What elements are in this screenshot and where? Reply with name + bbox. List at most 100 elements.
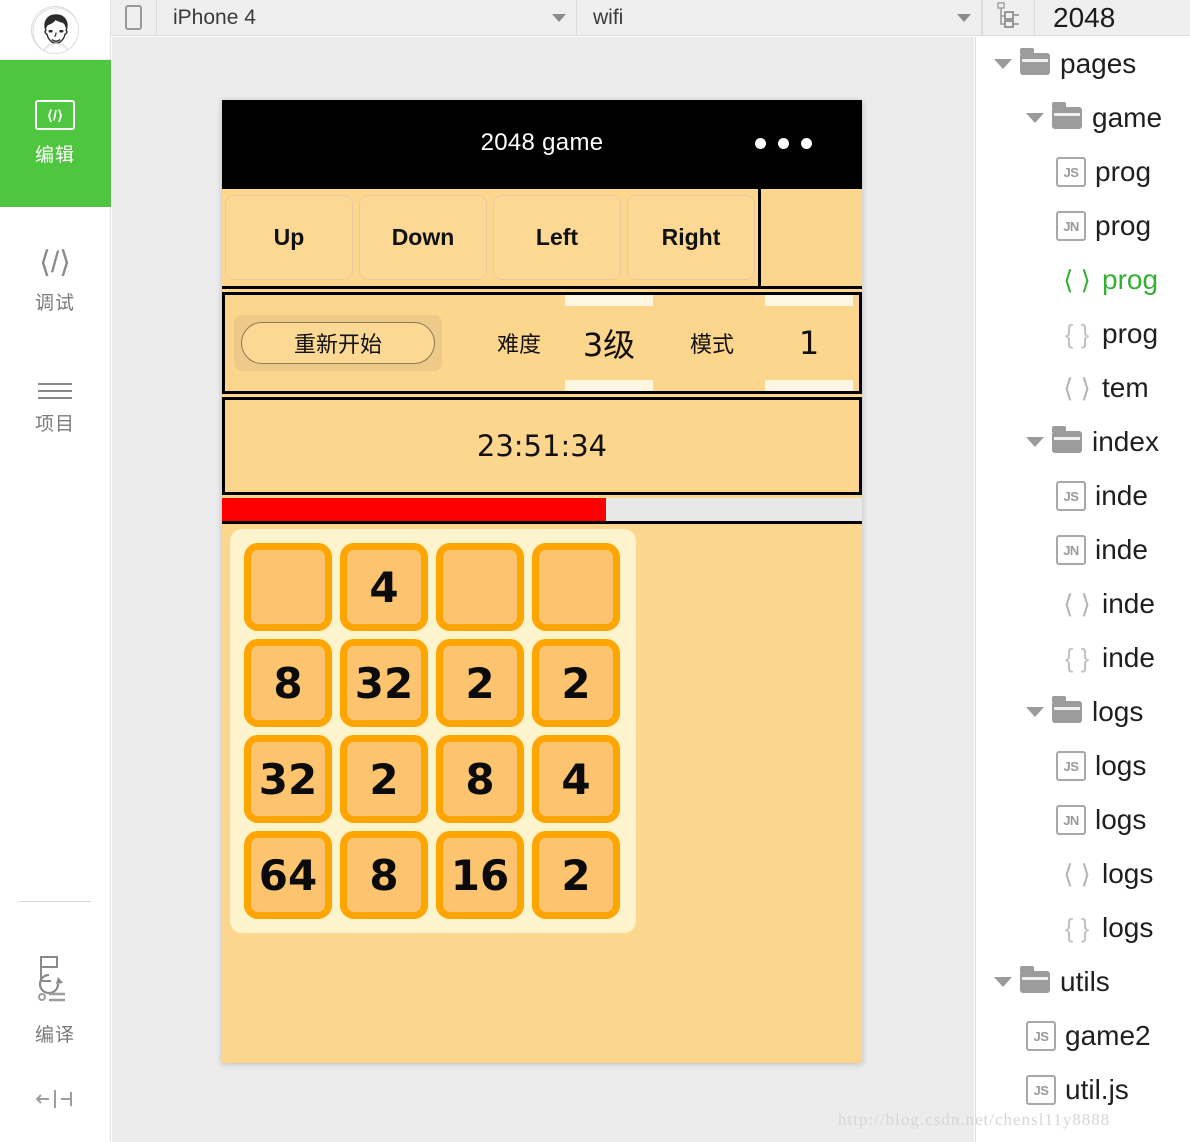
left-sidebar: ⟨/⟩ 编辑 ⟨/⟩ 调试 项目 编译 [0, 0, 111, 1142]
chevron-down-icon[interactable] [1026, 707, 1044, 717]
tile-empty [436, 543, 524, 631]
tree-item-util-js[interactable]: JS util.js [976, 1063, 1190, 1117]
tree-item-prog[interactable]: { } prog [976, 307, 1190, 361]
tree-item-label: game2 [1065, 1020, 1151, 1051]
sidebar-collapse-button[interactable] [0, 1072, 111, 1142]
tile-4: 4 [532, 735, 620, 823]
restart-button[interactable]: 重新开始 [241, 322, 435, 364]
sidebar-item-compile[interactable]: 编译 [0, 922, 111, 1072]
folder-icon [1052, 102, 1082, 129]
tree-item-logs[interactable]: ⟨ ⟩ logs [976, 847, 1190, 901]
tree-item-label: prog [1102, 264, 1159, 295]
tree-item-logs[interactable]: logs [976, 685, 1190, 739]
sidebar-divider [19, 901, 91, 902]
tile-8: 8 [244, 639, 332, 727]
wxml-file-icon: ⟨ ⟩ [1063, 372, 1091, 403]
three-dots-icon[interactable] [755, 137, 812, 149]
mode-value: 1 [798, 324, 820, 362]
chevron-down-icon [957, 13, 971, 22]
mode-picker[interactable]: 1 [765, 295, 853, 391]
tree-item-pages[interactable]: pages [976, 37, 1190, 91]
tile-8: 8 [436, 735, 524, 823]
tree-item-label: util.js [1065, 1074, 1129, 1105]
tile-2: 2 [340, 735, 428, 823]
device-icon-button[interactable] [111, 0, 157, 36]
avatar[interactable] [31, 5, 79, 54]
tile-4: 4 [340, 543, 428, 631]
tree-item-logs[interactable]: JS logs [976, 739, 1190, 793]
project-title: 2048 [1053, 1, 1116, 33]
tree-item-logs[interactable]: { } logs [976, 901, 1190, 955]
tile-2: 2 [436, 639, 524, 727]
chevron-down-icon[interactable] [1026, 113, 1044, 123]
simulator-area: 2048 game Up Down Left Right 重新开始 难度 3级 … [112, 37, 974, 1142]
chevron-down-icon[interactable] [1026, 437, 1044, 447]
sidebar-item-project[interactable]: 项目 [0, 337, 111, 467]
project-tree-toggle[interactable] [982, 0, 1035, 36]
left-button[interactable]: Left [493, 195, 621, 280]
json-file-icon: JN [1056, 211, 1086, 241]
tile-64: 64 [244, 831, 332, 919]
tree-item-label: logs [1095, 750, 1147, 781]
chevron-down-icon[interactable] [994, 977, 1012, 987]
right-button[interactable]: Right [627, 195, 755, 280]
app-root: ⟨/⟩ 编辑 ⟨/⟩ 调试 项目 编译 iPhone 4 wifi 2048 2… [0, 0, 1190, 1142]
tree-item-inde[interactable]: JS inde [976, 469, 1190, 523]
chevron-down-icon[interactable] [994, 59, 1012, 69]
tree-item-game[interactable]: game [976, 91, 1190, 145]
tree-item-inde[interactable]: ⟨ ⟩ inde [976, 577, 1190, 631]
tree-item-label: game [1092, 102, 1163, 133]
tile-empty [244, 543, 332, 631]
difficulty-picker[interactable]: 3级 [565, 295, 653, 391]
mode-label: 模式 [690, 333, 735, 358]
tree-item-label: inde [1102, 588, 1155, 619]
tree-item-index[interactable]: index [976, 415, 1190, 469]
config-file-icon: { } [1064, 912, 1090, 943]
tree-item-inde[interactable]: JN inde [976, 523, 1190, 577]
tree-item-logs[interactable]: JN logs [976, 793, 1190, 847]
config-file-icon: { } [1064, 318, 1090, 349]
folder-icon [1052, 696, 1082, 723]
tile-32: 32 [340, 639, 428, 727]
wxml-file-icon: ⟨ ⟩ [1063, 264, 1091, 295]
tree-item-prog[interactable]: JS prog [976, 145, 1190, 199]
tree-item-prog[interactable]: JN prog [976, 199, 1190, 253]
json-file-icon: JN [1056, 805, 1086, 835]
tile-empty [532, 543, 620, 631]
sidebar-item-debug[interactable]: ⟨/⟩ 调试 [0, 207, 111, 337]
device-select-value: iPhone 4 [173, 5, 256, 29]
avatar-container[interactable] [0, 0, 111, 60]
tree-item-label: logs [1095, 804, 1147, 835]
device-phone-icon [125, 5, 142, 30]
js-file-icon: JS [1056, 481, 1086, 511]
tile-32: 32 [244, 735, 332, 823]
tree-item-label: inde [1095, 534, 1148, 565]
timer-value: 23:51:34 [476, 429, 608, 463]
tile-2: 2 [532, 831, 620, 919]
tree-item-tem[interactable]: ⟨ ⟩ tem [976, 361, 1190, 415]
tree-item-utils[interactable]: utils [976, 955, 1190, 1009]
tree-item-game2[interactable]: JS game2 [976, 1009, 1190, 1063]
game-board[interactable]: 4 8 32 2 2 32 2 8 4 64 8 16 2 [230, 529, 636, 933]
project-tree-icon [996, 2, 1022, 33]
direction-button-row: Up Down Left Right [222, 186, 862, 289]
board-row: 32 2 8 4 [240, 731, 626, 827]
sidebar-item-debug-label: 调试 [34, 291, 75, 314]
sidebar-item-edit[interactable]: ⟨/⟩ 编辑 [0, 60, 111, 207]
sidebar-item-compile-label: 编译 [34, 1024, 75, 1046]
picker-bar-bottom [765, 380, 853, 391]
device-select[interactable]: iPhone 4 [157, 0, 577, 36]
chevron-down-icon [552, 13, 566, 22]
tile-2: 2 [532, 639, 620, 727]
game-body: Up Down Left Right 重新开始 难度 3级 模式 1 23:51… [222, 186, 862, 1063]
angle-brackets-icon: ⟨/⟩ [39, 245, 71, 279]
down-button[interactable]: Down [359, 195, 487, 280]
phone-navbar: 2048 game [222, 100, 862, 186]
tree-item-prog[interactable]: ⟨ ⟩ prog [976, 253, 1190, 307]
up-button[interactable]: Up [225, 195, 353, 280]
compile-refresh-icon [33, 953, 77, 1010]
network-select[interactable]: wifi [577, 0, 982, 36]
picker-bar-bottom [565, 380, 653, 391]
wxml-file-icon: ⟨ ⟩ [1063, 588, 1091, 619]
tree-item-inde[interactable]: { } inde [976, 631, 1190, 685]
